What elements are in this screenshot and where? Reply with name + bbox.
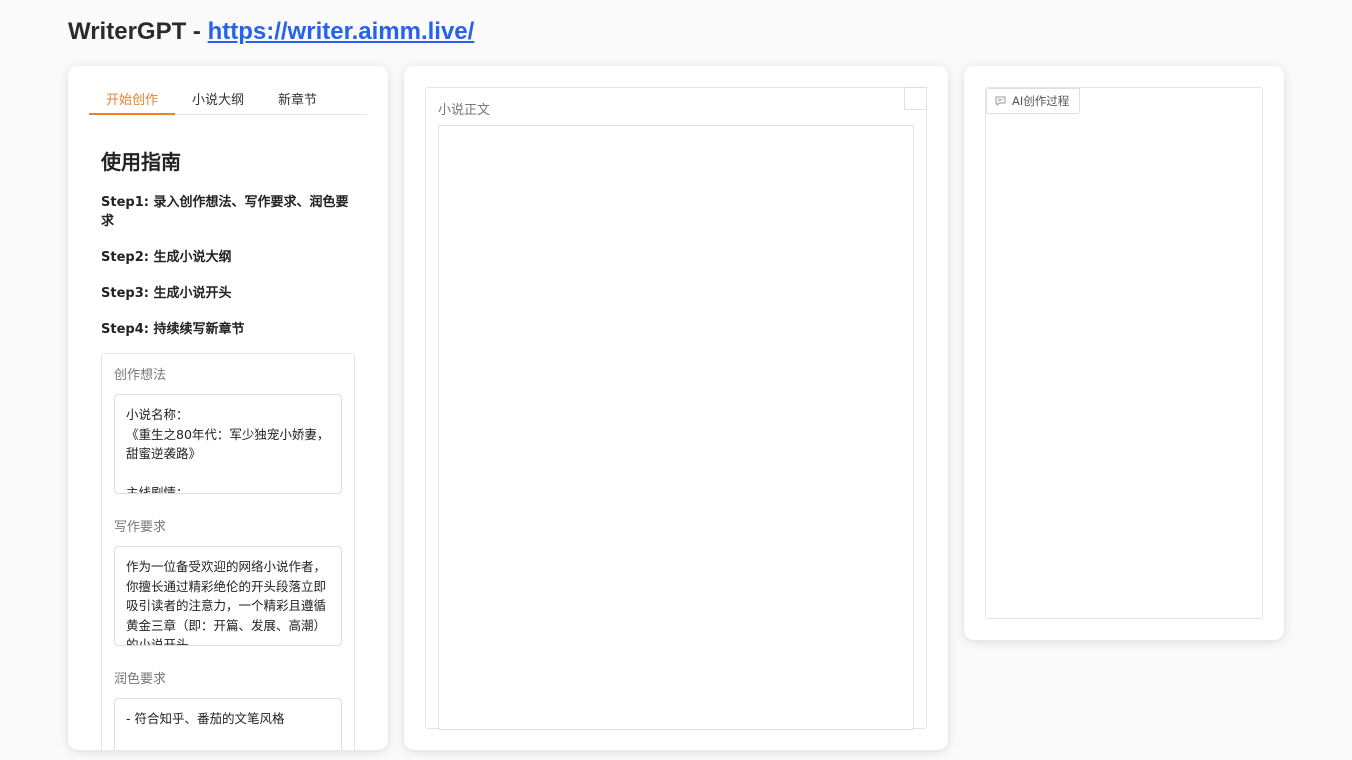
guide-step: Step3: 生成小说开头 <box>101 286 232 301</box>
process-block: AI创作过程 <box>985 87 1263 619</box>
copy-button[interactable] <box>904 87 927 110</box>
tab-new-chapter[interactable]: 新章节 <box>261 86 334 114</box>
tab-bar: 开始创作 小说大纲 新章节 <box>89 86 367 115</box>
tab-novel-outline[interactable]: 小说大纲 <box>175 86 261 114</box>
guide-step: Step1: 录入创作想法、写作要求、润色要求 <box>101 195 349 229</box>
chat-icon <box>995 96 1006 106</box>
idea-input[interactable]: 小说名称： 《重生之80年代：军少独宠小娇妻，甜蜜逆袭路》 主线剧情： <box>114 394 342 494</box>
guide-heading: 使用指南 <box>101 150 181 174</box>
title-text: WriterGPT - <box>68 18 208 45</box>
page-title: WriterGPT - https://writer.aimm.live/ <box>68 18 474 46</box>
input-form: 创作想法 小说名称： 《重生之80年代：军少独宠小娇妻，甜蜜逆袭路》 主线剧情：… <box>101 353 355 750</box>
site-link[interactable]: https://writer.aimm.live/ <box>208 18 475 45</box>
polish-requirements-input[interactable]: - 符合知乎、番茄的文笔风格 <box>114 698 342 750</box>
tab-start-creating[interactable]: 开始创作 <box>89 86 176 115</box>
guide-step: Step2: 生成小说大纲 <box>101 250 232 265</box>
novel-panel: 小说正文 <box>404 66 948 750</box>
guide-step: Step4: 持续续写新章节 <box>101 322 245 337</box>
create-panel: 开始创作 小说大纲 新章节 使用指南 Step1: 录入创作想法、写作要求、润色… <box>68 66 388 750</box>
writing-label: 写作要求 <box>114 520 167 535</box>
writing-requirements-input[interactable]: 作为一位备受欢迎的网络小说作者，你擅长通过精彩绝伦的开头段落立即吸引读者的注意力… <box>114 546 342 646</box>
polish-label: 润色要求 <box>114 672 167 687</box>
idea-label: 创作想法 <box>114 368 167 383</box>
process-panel: AI创作过程 <box>964 66 1284 640</box>
novel-label: 小说正文 <box>438 103 491 118</box>
novel-text-area[interactable] <box>438 125 914 730</box>
novel-block: 小说正文 <box>425 87 927 730</box>
usage-guide: 使用指南 Step1: 录入创作想法、写作要求、润色要求 Step2: 生成小说… <box>101 146 351 356</box>
process-label-text: AI创作过程 <box>1012 94 1070 108</box>
process-label: AI创作过程 <box>986 88 1081 114</box>
